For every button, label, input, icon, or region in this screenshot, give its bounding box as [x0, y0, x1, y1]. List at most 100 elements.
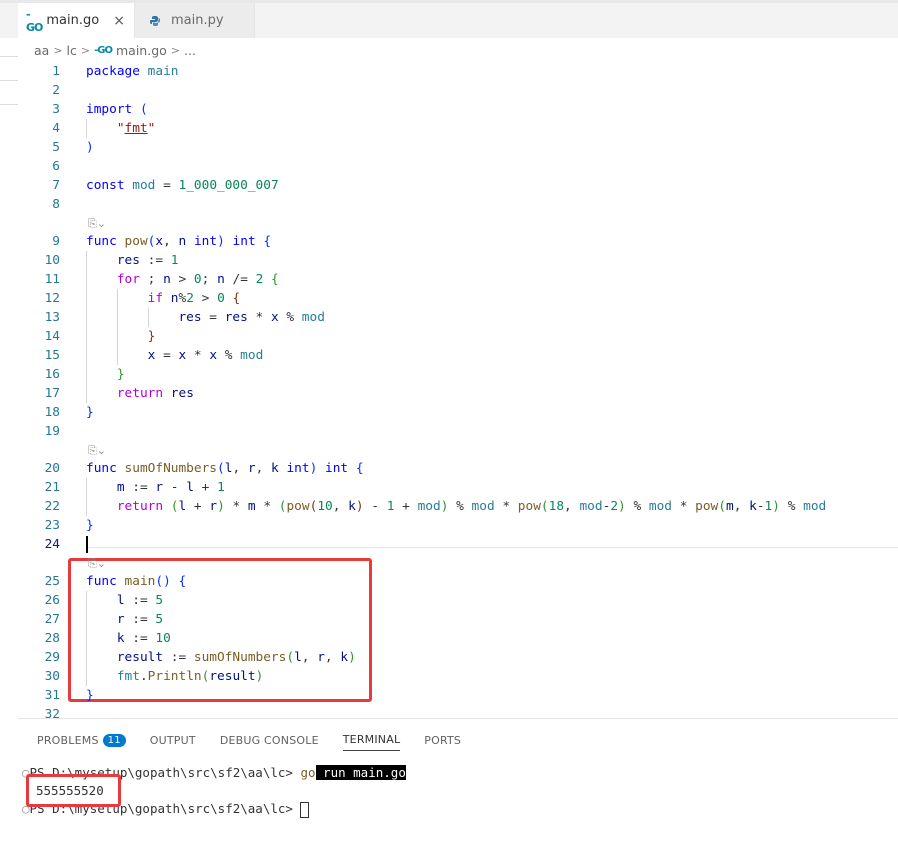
code-line[interactable]: 25 func main() { — [18, 572, 898, 591]
line-number: 13 — [44, 310, 60, 325]
code-text: m := r - l + 1 — [116, 480, 225, 495]
code-line[interactable]: 15 x = x * x % mod — [18, 346, 898, 365]
code-line[interactable]: 4 "fmt" — [18, 119, 898, 138]
line-number: 24 — [44, 537, 60, 552]
code-text: r := 5 — [116, 612, 164, 627]
editor-tab-bar: -GO main.go × main.py — [0, 0, 898, 38]
breadcrumb-item-file[interactable]: main.go — [116, 43, 167, 58]
code-editor[interactable]: 1 package main 2 3 import (4 "fmt" 5) 6 7 const … — [18, 62, 898, 722]
code-text: const mod = 1_000_000_007 — [86, 178, 279, 193]
code-text: result := sumOfNumbers(l, r, k) — [116, 650, 356, 665]
terminal-command: go — [300, 765, 316, 780]
code-text: "fmt" — [116, 121, 156, 136]
code-line[interactable]: 6 — [18, 157, 898, 176]
tab-debug-console[interactable]: DEBUG CONSOLE — [220, 729, 319, 751]
code-line[interactable]: 12 if n%2 > 0 { — [18, 289, 898, 308]
code-line[interactable]: 29 result := sumOfNumbers(l, r, k) — [18, 648, 898, 667]
code-line[interactable]: 21 m := r - l + 1 — [18, 478, 898, 497]
code-line[interactable]: 1 package main — [18, 62, 898, 81]
line-number: 7 — [52, 178, 60, 193]
breadcrumb: aa > lc > -GO main.go > ... — [34, 40, 196, 60]
line-number: 10 — [44, 253, 60, 268]
problems-count-badge: 11 — [102, 733, 126, 747]
code-line[interactable]: 8 — [18, 195, 898, 214]
code-line[interactable]: 17 return res — [18, 384, 898, 403]
line-number: 20 — [44, 461, 60, 476]
code-line[interactable]: 20 func sumOfNumbers(l, r, k int) int { — [18, 459, 898, 478]
close-icon[interactable]: × — [113, 13, 125, 29]
code-text: } — [147, 329, 156, 344]
line-number: 26 — [44, 593, 60, 608]
code-text: return res — [116, 386, 194, 401]
code-line[interactable]: 9 func pow(x, n int) int { — [18, 232, 898, 251]
indent-guide — [86, 478, 87, 516]
code-line[interactable]: 3 import ( — [18, 100, 898, 119]
codelens-references-icon[interactable]: ⎘⌄ — [88, 443, 106, 459]
code-text: x = x * x % mod — [147, 348, 264, 363]
code-line[interactable]: 5) — [18, 138, 898, 157]
line-number: 6 — [52, 159, 60, 174]
activity-strip — [0, 38, 18, 718]
codelens-references-icon[interactable]: ⎘⌄ — [88, 216, 106, 232]
breadcrumb-item-aa[interactable]: aa — [34, 43, 49, 58]
code-text: } — [116, 367, 125, 382]
terminal-cursor — [300, 801, 310, 818]
chevron-right-icon: > — [80, 43, 91, 57]
code-line[interactable]: 22 return (l + r) * m * (pow(10, k) - 1 … — [18, 497, 898, 516]
python-file-icon — [150, 15, 160, 26]
line-number: 15 — [44, 348, 60, 363]
indent-guide — [147, 308, 149, 327]
code-line[interactable]: 24 — [18, 535, 898, 554]
divider — [0, 104, 18, 105]
code-line[interactable]: 7 const mod = 1_000_000_007 — [18, 176, 898, 195]
code-text: if n%2 > 0 { — [147, 291, 241, 306]
code-line[interactable]: 28 k := 10 — [18, 629, 898, 648]
code-line[interactable]: 14 } — [18, 327, 898, 346]
line-number: 28 — [44, 631, 60, 646]
code-text: res := 1 — [116, 253, 179, 268]
code-text: func main() { — [86, 574, 187, 589]
tab-main-go[interactable]: -GO main.go × — [18, 3, 135, 38]
code-line[interactable]: 11 for ; n > 0; n /= 2 { — [18, 270, 898, 289]
line-number: 3 — [52, 102, 60, 117]
code-line[interactable]: 31} — [18, 686, 898, 705]
code-text: func sumOfNumbers(l, r, k int) int { — [86, 461, 364, 476]
breadcrumb-item-lc[interactable]: lc — [67, 43, 77, 58]
code-line[interactable]: 16 } — [18, 365, 898, 384]
indent-guide — [86, 591, 87, 686]
tab-ports[interactable]: PORTS — [424, 729, 461, 751]
code-line[interactable]: 10 res := 1 — [18, 251, 898, 270]
line-number: 16 — [44, 367, 60, 382]
line-number: 19 — [44, 424, 60, 439]
code-line[interactable]: 27 r := 5 — [18, 610, 898, 629]
tab-label: main.py — [171, 13, 224, 28]
line-number: 5 — [52, 140, 60, 155]
codelens-references-icon[interactable]: ⎘⌄ — [88, 556, 106, 572]
indent-guide — [116, 289, 118, 365]
line-number: 21 — [44, 480, 60, 495]
code-line[interactable]: 18} — [18, 403, 898, 422]
code-line[interactable]: 23} — [18, 516, 898, 535]
line-number: 27 — [44, 612, 60, 627]
tab-terminal[interactable]: TERMINAL — [342, 729, 401, 751]
code-line[interactable]: 13 res = res * x % mod — [18, 308, 898, 327]
line-number: 12 — [44, 291, 60, 306]
terminal-command-args: run main.go — [315, 765, 406, 780]
code-line[interactable]: 19 — [18, 422, 898, 441]
line-number: 4 — [52, 121, 60, 136]
divider — [0, 56, 18, 57]
code-text: import ( — [86, 102, 148, 117]
code-text: fmt.Println(result) — [116, 669, 264, 684]
divider — [0, 80, 18, 81]
code-line[interactable]: 26 l := 5 — [18, 591, 898, 610]
tab-main-py[interactable]: main.py — [135, 3, 255, 38]
tab-problems[interactable]: PROBLEMS 11 — [37, 729, 126, 751]
tab-problems-label: PROBLEMS — [37, 733, 99, 747]
code-line[interactable]: 30 fmt.Println(result) — [18, 667, 898, 686]
breadcrumb-item-symbol[interactable]: ... — [184, 43, 196, 58]
code-line[interactable]: 2 — [18, 81, 898, 100]
line-number: 11 — [44, 272, 60, 287]
annotation-box — [26, 774, 121, 807]
tab-output[interactable]: OUTPUT — [150, 729, 196, 751]
line-number: 14 — [44, 329, 60, 344]
